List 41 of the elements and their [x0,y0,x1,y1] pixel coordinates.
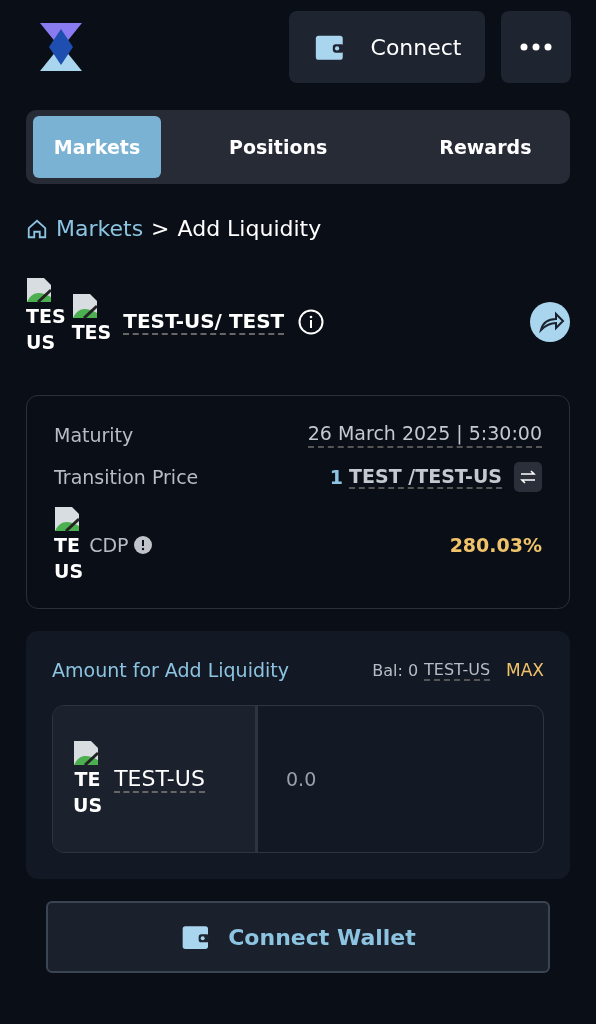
image-alt-text: TE [54,533,81,558]
image-alt-text: TE [73,767,102,792]
connect-button[interactable]: Connect [289,11,485,83]
broken-image-icon [54,506,80,532]
more-button[interactable] [501,11,571,83]
panel-title: Amount for Add Liquidity [52,659,289,681]
nav-tab[interactable]: Rewards [395,116,576,178]
balance-label: Bal: 0 [372,660,419,680]
swap-button[interactable] [514,462,542,492]
image-alt-text: TES [26,304,66,329]
home-icon [26,217,48,240]
image-alt-text: US [54,559,84,584]
connect-wallet-button[interactable]: Connect Wallet [46,901,550,973]
warning-icon [134,536,153,554]
nav-tab[interactable]: Positions [185,116,372,178]
broken-image-icon [71,293,98,319]
amount-field[interactable]: TE US TEST-US 0.0 [52,705,544,853]
max-button[interactable]: MAX [496,660,544,680]
detail-value: 280.03% [449,534,542,556]
image-alt-text: TES [71,320,112,345]
pair-title: TEST-US/ TEST [123,309,285,335]
breadcrumb-link[interactable]: Markets [56,216,144,241]
more-icon [520,43,552,51]
price-amount: 1 [329,466,344,488]
info-icon[interactable] [298,309,325,335]
detail-label: Transition Price [54,466,199,488]
broken-image-icon [73,740,99,766]
image-alt-text: US [73,793,103,818]
detail-label: CDP [89,534,129,556]
breadcrumb-current: Add Liquidity [177,216,322,241]
breadcrumb-separator: > [151,216,170,241]
logo-icon [38,21,84,73]
detail-value: 26 March 2025 | 5:30:00 [307,422,542,448]
share-icon[interactable] [530,302,570,342]
broken-image-icon [26,277,52,303]
detail-value: TEST /TEST-US [349,465,502,489]
swap-icon [520,470,536,484]
balance-token: TEST-US [424,659,491,681]
image-alt-text: US [26,330,57,355]
detail-label: Maturity [54,424,134,446]
token-selector[interactable]: TE US TEST-US [53,706,258,852]
